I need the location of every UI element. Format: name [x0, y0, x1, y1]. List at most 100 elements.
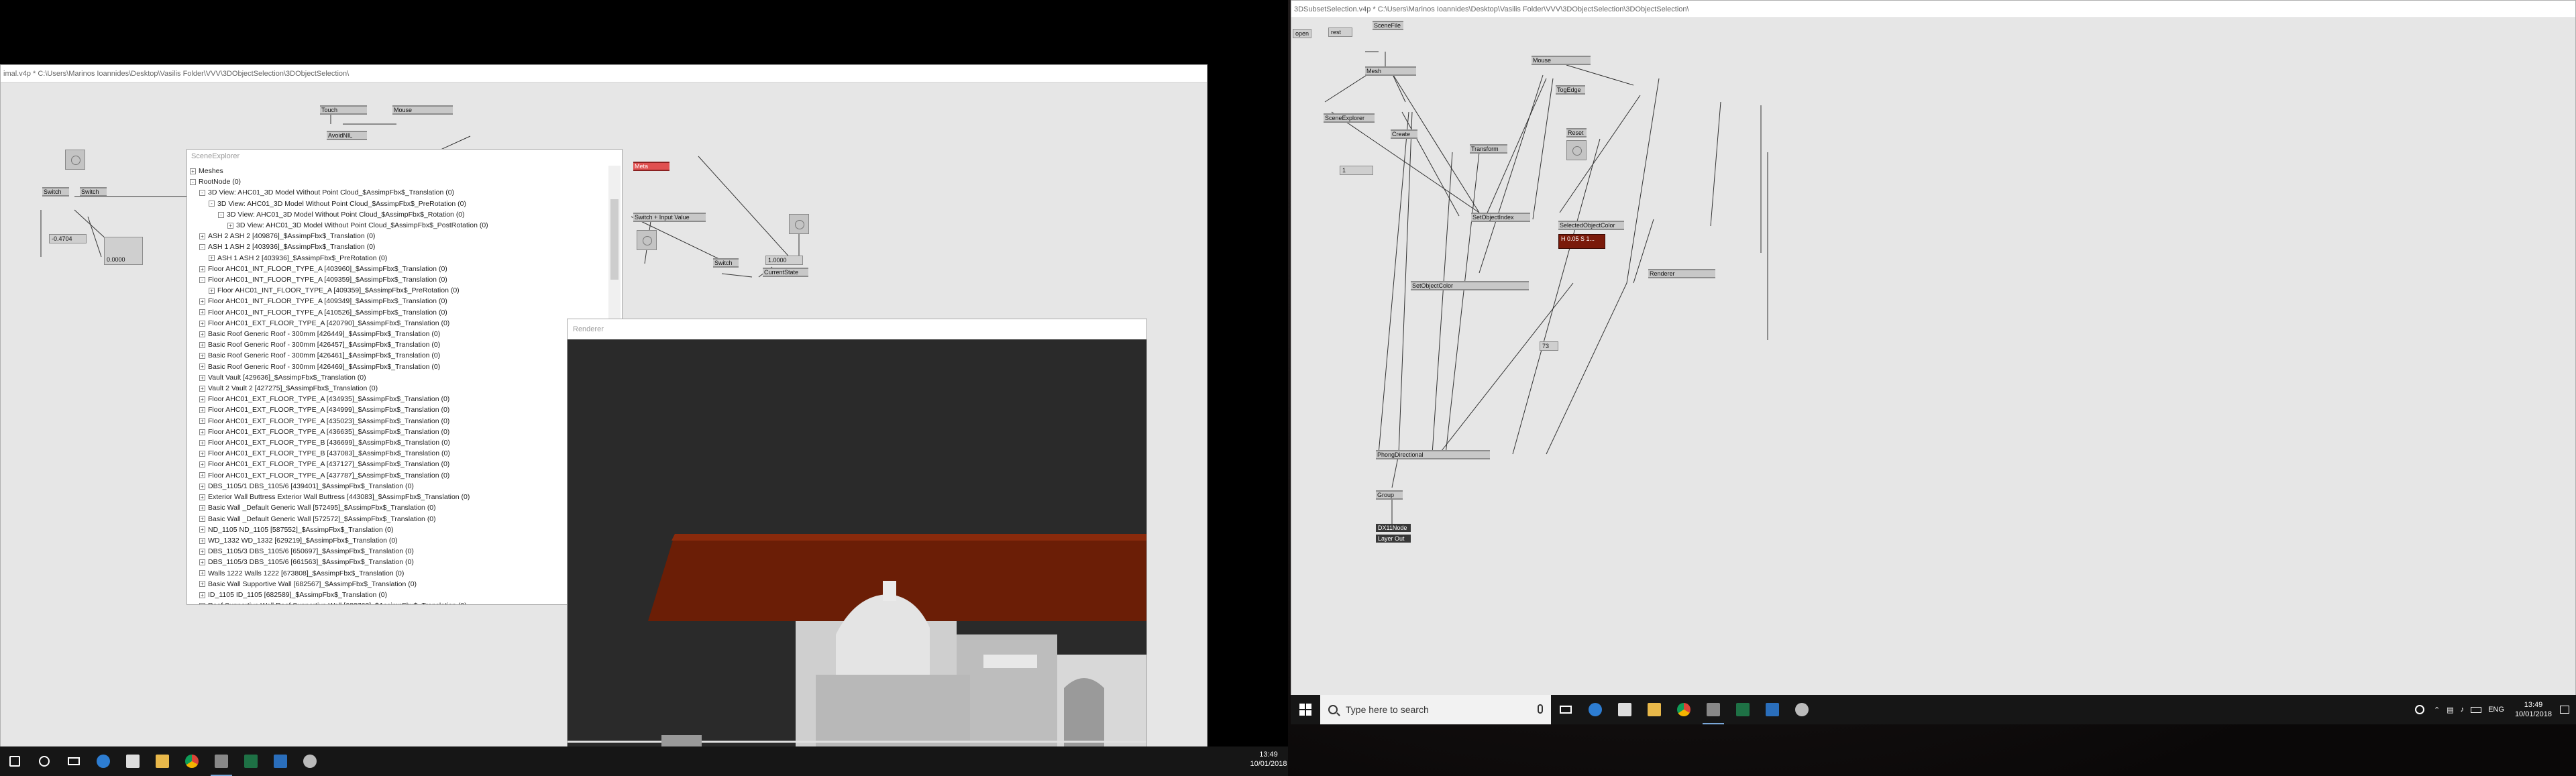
vvvv-button-left[interactable] — [207, 746, 236, 776]
tree-row[interactable]: + Floor AHC01_EXT_FLOOR_TYPE_A [434935]_$… — [190, 394, 607, 404]
microphone-icon[interactable] — [1538, 704, 1543, 714]
tree-row[interactable]: + Exterior Wall Buttress Exterior Wall Bu… — [190, 492, 607, 502]
setobjectcolor-node[interactable]: SetObjectColor — [1411, 281, 1529, 290]
expand-icon[interactable]: + — [199, 320, 205, 327]
people-icon[interactable] — [2414, 705, 2424, 714]
edge-button-left[interactable] — [89, 746, 118, 776]
tree-row[interactable]: + Floor AHC01_INT_FLOOR_TYPE_A [410526]_$… — [190, 307, 607, 318]
scrollbar-thumb[interactable] — [610, 199, 619, 280]
tree-row[interactable]: + ASH 2 ASH 2 [409876]_$AssimpFbx$_Transl… — [190, 231, 607, 241]
scene-tree[interactable]: + Meshes - RootNode (0) -3D View: AHC01_3D M… — [190, 166, 607, 604]
tree-row[interactable]: -3D View: AHC01_3D Model Without Point C… — [190, 187, 607, 198]
expand-icon[interactable]: + — [199, 581, 205, 588]
expand-icon[interactable]: + — [199, 461, 205, 468]
tree-row[interactable]: + Meshes — [190, 166, 607, 176]
tree-row[interactable]: + Walls 1222 Walls 1222 [673808]_$AssimpF… — [190, 568, 607, 579]
tool-button[interactable] — [1787, 695, 1817, 724]
chrome-button-left[interactable] — [177, 746, 207, 776]
scenefile-node[interactable]: SceneFile — [1373, 21, 1403, 30]
expand-icon[interactable]: + — [209, 255, 215, 262]
switch-node-1[interactable]: Switch — [42, 187, 69, 197]
tree-row[interactable]: + ND_1105 ND_1105 [587552]_$AssimpFbx$_Tr… — [190, 524, 607, 535]
system-tray[interactable]: ⌃ ▤ ♪ ENG 13:49 10/01/2018 — [2414, 695, 2569, 724]
avoidnil-node[interactable]: AvoidNIL — [327, 131, 367, 140]
selectedobjectcolor-node[interactable]: SelectedObjectColor — [1558, 221, 1624, 230]
task-view-button-left[interactable] — [59, 746, 89, 776]
renderer-node[interactable]: Renderer — [1648, 269, 1715, 278]
tree-row[interactable]: + Floor AHC01_EXT_FLOOR_TYPE_A [434999]_$… — [190, 404, 607, 415]
expand-icon[interactable]: + — [199, 516, 205, 522]
store-button[interactable] — [1610, 695, 1640, 724]
chevron-up-icon[interactable]: ⌃ — [2434, 706, 2440, 714]
tree-row[interactable]: + Floor AHC01_EXT_FLOOR_TYPE_A [420790]_$… — [190, 318, 607, 329]
expand-icon[interactable]: + — [199, 341, 205, 348]
tree-row[interactable]: + Vault 2 Vault 2 [427275]_$AssimpFbx$_Tr… — [190, 383, 607, 394]
expand-icon[interactable]: + — [199, 592, 205, 598]
expand-icon[interactable]: + — [199, 298, 205, 305]
create-node[interactable]: Create — [1391, 129, 1417, 139]
mesh-node[interactable]: Mesh — [1365, 66, 1416, 76]
excel-button[interactable] — [1728, 695, 1758, 724]
tree-row[interactable]: - ASH 1 ASH 2 [403936]_$AssimpFbx$_Transl… — [190, 241, 607, 252]
tree-row[interactable]: + Vault Vault [429636]_$AssimpFbx$_Transl… — [190, 372, 607, 383]
notifications-icon[interactable] — [2560, 706, 2569, 714]
expand-icon[interactable]: + — [190, 168, 196, 174]
switch-node-2[interactable]: Switch — [80, 187, 107, 197]
renderer-window[interactable]: Renderer — [567, 319, 1147, 751]
vvvv-button[interactable] — [1699, 695, 1728, 724]
tree-row[interactable]: + DBS_1105/1 DBS_1105/6 [439401]_$AssimpF… — [190, 481, 607, 492]
expand-icon[interactable]: + — [199, 418, 205, 425]
tree-row[interactable]: + Floor AHC01_EXT_FLOOR_TYPE_A [437127]_$… — [190, 459, 607, 469]
transform-node[interactable]: Transform — [1470, 144, 1507, 154]
expand-icon[interactable]: + — [199, 429, 205, 435]
store-button-left[interactable] — [118, 746, 148, 776]
app-button[interactable] — [1758, 695, 1787, 724]
start-button-left[interactable] — [0, 746, 30, 776]
right-taskbar[interactable]: Type here to search ⌃ ▤ ♪ ENG 13:49 10/0… — [1291, 695, 2576, 724]
right-patch-canvas[interactable]: open rest SceneFile Mesh SceneExplorer C… — [1291, 18, 2575, 697]
mouse-node-right[interactable]: Mouse — [1532, 56, 1591, 65]
currentstate-node[interactable]: CurrentState — [763, 268, 808, 277]
collapse-icon[interactable]: - — [190, 178, 196, 185]
collapse-icon[interactable]: - — [199, 190, 205, 197]
expand-icon[interactable]: + — [199, 439, 205, 446]
expand-icon[interactable]: + — [209, 287, 215, 294]
layer-out-label[interactable]: Layer Out — [1376, 535, 1411, 543]
left-taskbar[interactable] — [0, 746, 1288, 776]
expand-icon[interactable]: + — [199, 396, 205, 402]
toggle-box-left[interactable] — [65, 150, 85, 170]
group-node[interactable]: Group — [1376, 490, 1403, 500]
value-box-a[interactable]: -0.4704 — [49, 234, 87, 243]
excel-button-left[interactable] — [236, 746, 266, 776]
value-box-73[interactable]: 73 — [1540, 341, 1558, 351]
tree-row[interactable]: + Basic Roof Generic Roof - 300mm [426457… — [190, 339, 607, 350]
left-clock[interactable]: 13:49 10/01/2018 — [1245, 750, 1292, 769]
touch-node[interactable]: Touch — [320, 105, 367, 115]
collapse-icon[interactable]: - — [199, 276, 205, 283]
reset-node[interactable]: Reset — [1566, 128, 1587, 137]
sceneexplorer-node[interactable]: SceneExplorer — [1324, 113, 1375, 123]
tree-row[interactable]: +3D View: AHC01_3D Model Without Point C… — [190, 220, 607, 231]
rest-box[interactable]: rest — [1328, 27, 1352, 37]
app-button-left[interactable] — [266, 746, 295, 776]
battery-icon[interactable] — [2471, 706, 2482, 713]
chrome-button[interactable] — [1669, 695, 1699, 724]
tree-row[interactable]: +Roof Supportive Wall Roof Supportive Wa… — [190, 600, 607, 604]
tree-row[interactable]: + Floor AHC01_EXT_FLOOR_TYPE_B [437083]_$… — [190, 448, 607, 459]
expand-icon[interactable]: + — [199, 385, 205, 392]
phongdirectional-node[interactable]: PhongDirectional — [1376, 450, 1490, 459]
tree-row[interactable]: + Floor AHC01_EXT_FLOOR_TYPE_B [436699]_$… — [190, 437, 607, 448]
toggle-box-b[interactable] — [789, 214, 809, 234]
tree-row[interactable]: + Basic Roof Generic Roof - 300mm [426461… — [190, 350, 607, 361]
open-button[interactable]: open — [1293, 29, 1312, 38]
cortana-button-left[interactable] — [30, 746, 59, 776]
volume-icon[interactable]: ♪ — [2461, 706, 2465, 714]
expand-icon[interactable]: + — [199, 494, 205, 500]
meta-node[interactable]: Meta — [633, 162, 669, 171]
expand-icon[interactable]: + — [199, 537, 205, 544]
collapse-icon[interactable]: - — [199, 244, 205, 251]
expand-icon[interactable]: + — [199, 570, 205, 577]
task-view-button[interactable] — [1551, 695, 1580, 724]
tree-row[interactable]: + DBS_1105/3 DBS_1105/6 [650697]_$AssimpF… — [190, 546, 607, 557]
value-box-c[interactable]: 1.0000 — [765, 256, 803, 265]
